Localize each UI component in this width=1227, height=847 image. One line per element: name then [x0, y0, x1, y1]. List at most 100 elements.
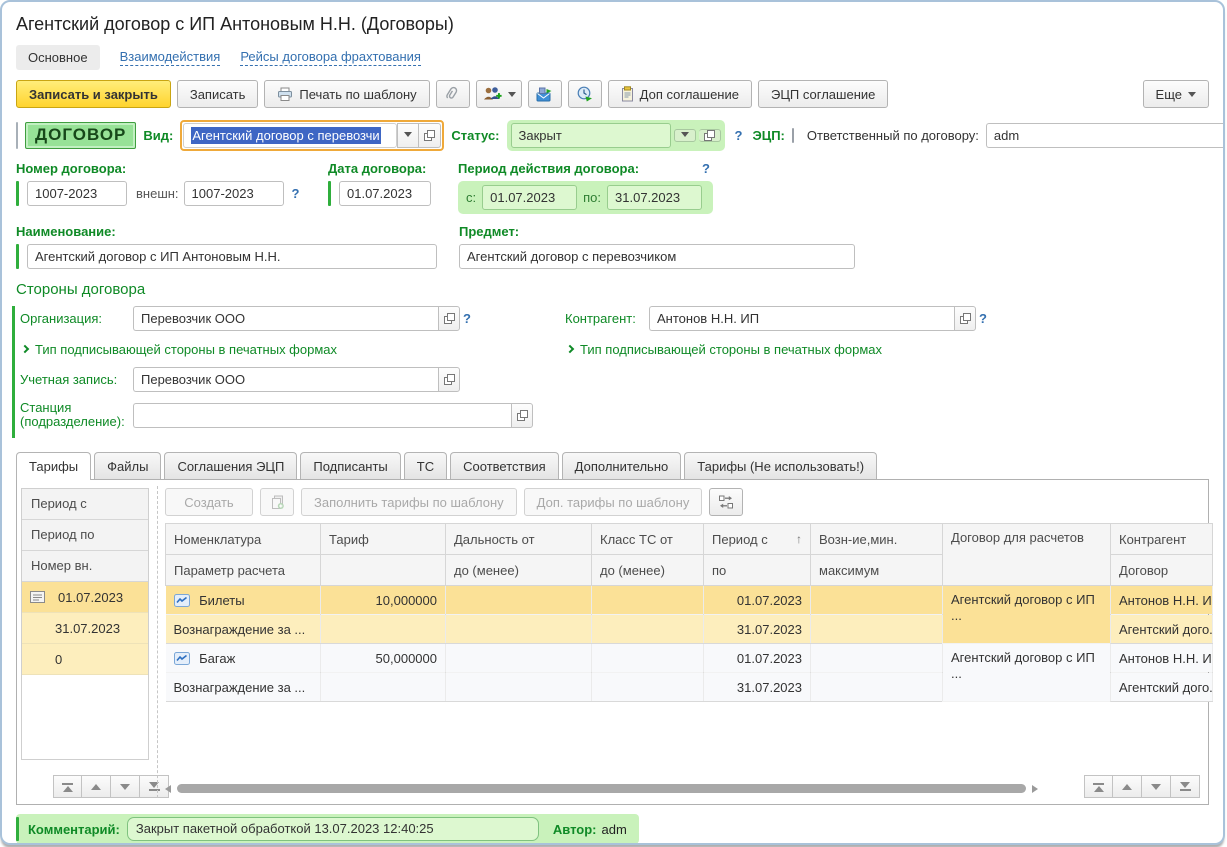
ecp-agreement-button[interactable]: ЭЦП соглашение [758, 80, 888, 108]
period-list-header-to[interactable]: Период по [22, 520, 148, 551]
tab-correspondence[interactable]: Соответствия [450, 452, 559, 479]
cell-distance[interactable] [446, 644, 592, 673]
comment-input[interactable]: Закрыт пакетной обработкой 13.07.2023 12… [127, 817, 539, 841]
col-tariff-sub[interactable] [321, 555, 446, 586]
tab-files[interactable]: Файлы [94, 452, 161, 479]
organization-input[interactable]: Перевозчик ООО [133, 306, 438, 331]
scrollbar-thumb[interactable] [177, 784, 1026, 793]
doc-flag-checkbox[interactable] [16, 122, 18, 149]
go-up-button[interactable] [82, 775, 111, 798]
status-input[interactable]: Закрыт [511, 123, 671, 148]
cell-tariff[interactable]: 10,000000 [321, 586, 446, 615]
go-down-button[interactable] [111, 775, 140, 798]
col-fee-min[interactable]: Возн-ие,мин. [811, 524, 943, 555]
cell-fee[interactable] [811, 644, 943, 673]
status-dropdown-button[interactable] [674, 129, 696, 142]
panel-splitter[interactable] [157, 486, 158, 798]
cell-fee[interactable] [811, 673, 943, 702]
cell-period-to[interactable]: 31.07.2023 [704, 615, 811, 644]
cell-fee[interactable] [811, 586, 943, 615]
col-fee-max[interactable]: максимум [811, 555, 943, 586]
cell-contract[interactable]: Агентский дого... [1111, 673, 1213, 702]
organization-help-icon[interactable]: ? [460, 311, 474, 326]
signer-type-link-org[interactable]: Тип подписывающей стороны в печатных фор… [22, 342, 337, 357]
create-button[interactable]: Создать [165, 488, 253, 516]
subject-input[interactable]: Агентский договор с перевозчиком [459, 244, 855, 269]
col-period-from[interactable]: Период с↑ [704, 524, 811, 555]
period-list-row-number[interactable]: 0 [22, 644, 148, 675]
dop-agreement-button[interactable]: Доп соглашение [608, 80, 752, 108]
tab-tariffs[interactable]: Тарифы [16, 452, 91, 480]
col-counterparty[interactable]: Контрагент [1111, 524, 1213, 555]
go-first-button[interactable] [53, 775, 82, 798]
col-contract[interactable]: Договор [1111, 555, 1213, 586]
col-period-to[interactable]: по [704, 555, 811, 586]
scroll-left-icon[interactable] [165, 785, 171, 793]
extra-tariffs-button[interactable]: Доп. тарифы по шаблону [524, 488, 703, 516]
col-tariff[interactable]: Тариф [321, 524, 446, 555]
more-button[interactable]: Еще [1143, 80, 1209, 108]
cell-tariff[interactable]: 50,000000 [321, 644, 446, 673]
tab-tariffs-deprecated[interactable]: Тарифы (Не использовать!) [684, 452, 877, 479]
nav-link-interactions[interactable]: Взаимодействия [120, 49, 221, 66]
cell-counterparty[interactable]: Антонов Н.Н. ИП [1111, 586, 1213, 615]
cell-fee[interactable] [811, 615, 943, 644]
responsible-input[interactable]: adm [986, 123, 1225, 148]
station-open-button[interactable] [511, 403, 533, 428]
fill-tariffs-button[interactable]: Заполнить тарифы по шаблону [301, 488, 517, 516]
cell-distance[interactable] [446, 673, 592, 702]
go-down-button[interactable] [1142, 775, 1171, 798]
period-help-icon[interactable]: ? [699, 161, 713, 176]
organization-open-button[interactable] [438, 306, 460, 331]
cell-class[interactable] [592, 644, 704, 673]
period-list-row-from[interactable]: 01.07.2023 [22, 582, 148, 613]
period-from-input[interactable]: 01.07.2023 [482, 185, 577, 210]
go-up-button[interactable] [1113, 775, 1142, 798]
ecp-checkbox[interactable] [792, 128, 794, 143]
go-last-button[interactable] [1171, 775, 1200, 798]
refresh-from-template-button[interactable] [709, 488, 743, 516]
cell-nomenclature[interactable]: Багаж [166, 644, 321, 673]
signer-type-link-counterparty[interactable]: Тип подписывающей стороны в печатных фор… [567, 342, 882, 357]
scroll-right-icon[interactable] [1032, 785, 1038, 793]
period-list-header-from[interactable]: Период с [22, 489, 148, 520]
col-calc-contract[interactable]: Договор для расчетов [943, 524, 1111, 586]
cell-calc-param[interactable]: Вознаграждение за ... [166, 673, 321, 702]
period-to-input[interactable]: 31.07.2023 [607, 185, 702, 210]
cell-tariff[interactable] [321, 673, 446, 702]
send-email-button[interactable] [528, 80, 562, 108]
add-contact-button[interactable] [476, 80, 522, 108]
cell-period-to[interactable]: 31.07.2023 [704, 673, 811, 702]
kind-input[interactable]: Агентский договор с перевозчи [183, 123, 397, 148]
attach-file-button[interactable] [436, 80, 470, 108]
cell-distance[interactable] [446, 615, 592, 644]
cell-calc-contract[interactable]: Агентский договор с ИП ... [943, 586, 1111, 644]
nav-tab-main[interactable]: Основное [16, 45, 100, 70]
account-open-button[interactable] [438, 367, 460, 392]
counterparty-open-button[interactable] [954, 306, 976, 331]
tab-additional[interactable]: Дополнительно [562, 452, 682, 479]
number-help-icon[interactable]: ? [289, 186, 303, 201]
name-input[interactable]: Агентский договор с ИП Антоновым Н.Н. [27, 244, 437, 269]
cell-contract[interactable]: Агентский дого... [1111, 615, 1213, 644]
tab-ts[interactable]: ТС [404, 452, 447, 479]
period-list-row-to[interactable]: 31.07.2023 [22, 613, 148, 644]
print-template-button[interactable]: Печать по шаблону [264, 80, 429, 108]
external-number-input[interactable]: 1007-2023 [184, 181, 284, 206]
date-input[interactable]: 01.07.2023 [339, 181, 431, 206]
col-class-to[interactable]: до (менее) [592, 555, 704, 586]
cell-nomenclature[interactable]: Билеты [166, 586, 321, 615]
horizontal-scrollbar[interactable] [165, 782, 1038, 795]
cell-calc-param[interactable]: Вознаграждение за ... [166, 615, 321, 644]
station-input[interactable] [133, 403, 511, 428]
tab-signers[interactable]: Подписанты [300, 452, 400, 479]
cell-tariff[interactable] [321, 615, 446, 644]
col-nomenclature[interactable]: Номенклатура [166, 524, 321, 555]
status-open-button[interactable] [699, 129, 721, 142]
kind-open-button[interactable] [419, 123, 441, 148]
history-button[interactable] [568, 80, 602, 108]
account-input[interactable]: Перевозчик ООО [133, 367, 438, 392]
col-distance-to[interactable]: до (менее) [446, 555, 592, 586]
col-distance-from[interactable]: Дальность от [446, 524, 592, 555]
col-class-from[interactable]: Класс ТС от [592, 524, 704, 555]
